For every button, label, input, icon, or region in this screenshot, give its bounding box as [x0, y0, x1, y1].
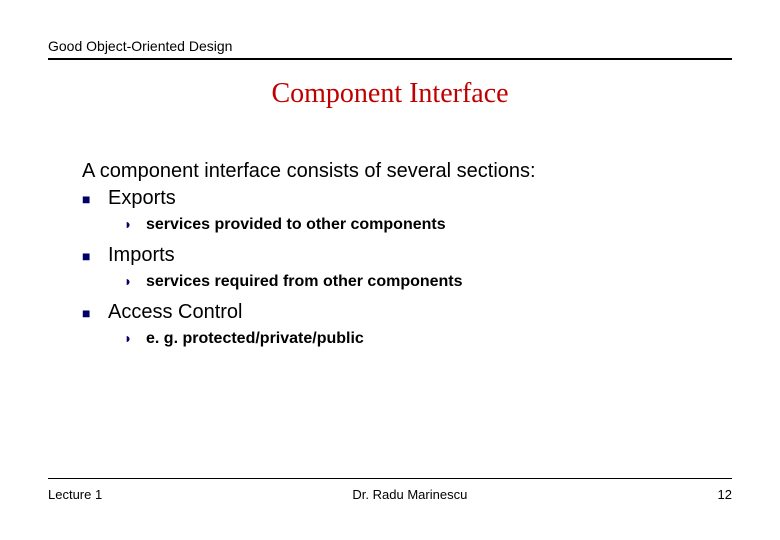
square-bullet-icon: ■ — [82, 303, 108, 323]
slide-title: Component Interface — [48, 78, 732, 110]
list-item: ■ Exports — [82, 187, 712, 210]
footer: Lecture 1 Dr. Radu Marinescu 12 — [48, 478, 732, 502]
footer-rule — [48, 478, 732, 479]
intro-text: A component interface consists of severa… — [82, 160, 712, 183]
list-item-label: Access Control — [108, 301, 243, 324]
footer-right: 12 — [718, 487, 732, 502]
arrow-bullet-icon: ◗ — [124, 273, 146, 289]
arrow-bullet-icon: ◗ — [124, 216, 146, 232]
footer-row: Lecture 1 Dr. Radu Marinescu 12 — [48, 487, 732, 502]
sublist-item: ◗ e. g. protected/private/public — [124, 330, 712, 348]
footer-left: Lecture 1 — [48, 487, 102, 502]
arrow-bullet-icon: ◗ — [124, 330, 146, 346]
sublist-item: ◗ services provided to other components — [124, 216, 712, 234]
list-item: ■ Imports — [82, 244, 712, 267]
content: A component interface consists of severa… — [48, 160, 732, 348]
sublist-item-label: services provided to other components — [146, 216, 446, 234]
sublist-item-label: e. g. protected/private/public — [146, 330, 364, 348]
square-bullet-icon: ■ — [82, 189, 108, 209]
header-rule — [48, 58, 732, 60]
list-item: ■ Access Control — [82, 301, 712, 324]
header-course: Good Object-Oriented Design — [48, 38, 732, 54]
list-item-label: Exports — [108, 187, 176, 210]
sublist-item: ◗ services required from other component… — [124, 273, 712, 291]
footer-center: Dr. Radu Marinescu — [352, 487, 467, 502]
square-bullet-icon: ■ — [82, 246, 108, 266]
list-item-label: Imports — [108, 244, 175, 267]
sublist-item-label: services required from other components — [146, 273, 463, 291]
slide: Good Object-Oriented Design Component In… — [0, 0, 780, 540]
